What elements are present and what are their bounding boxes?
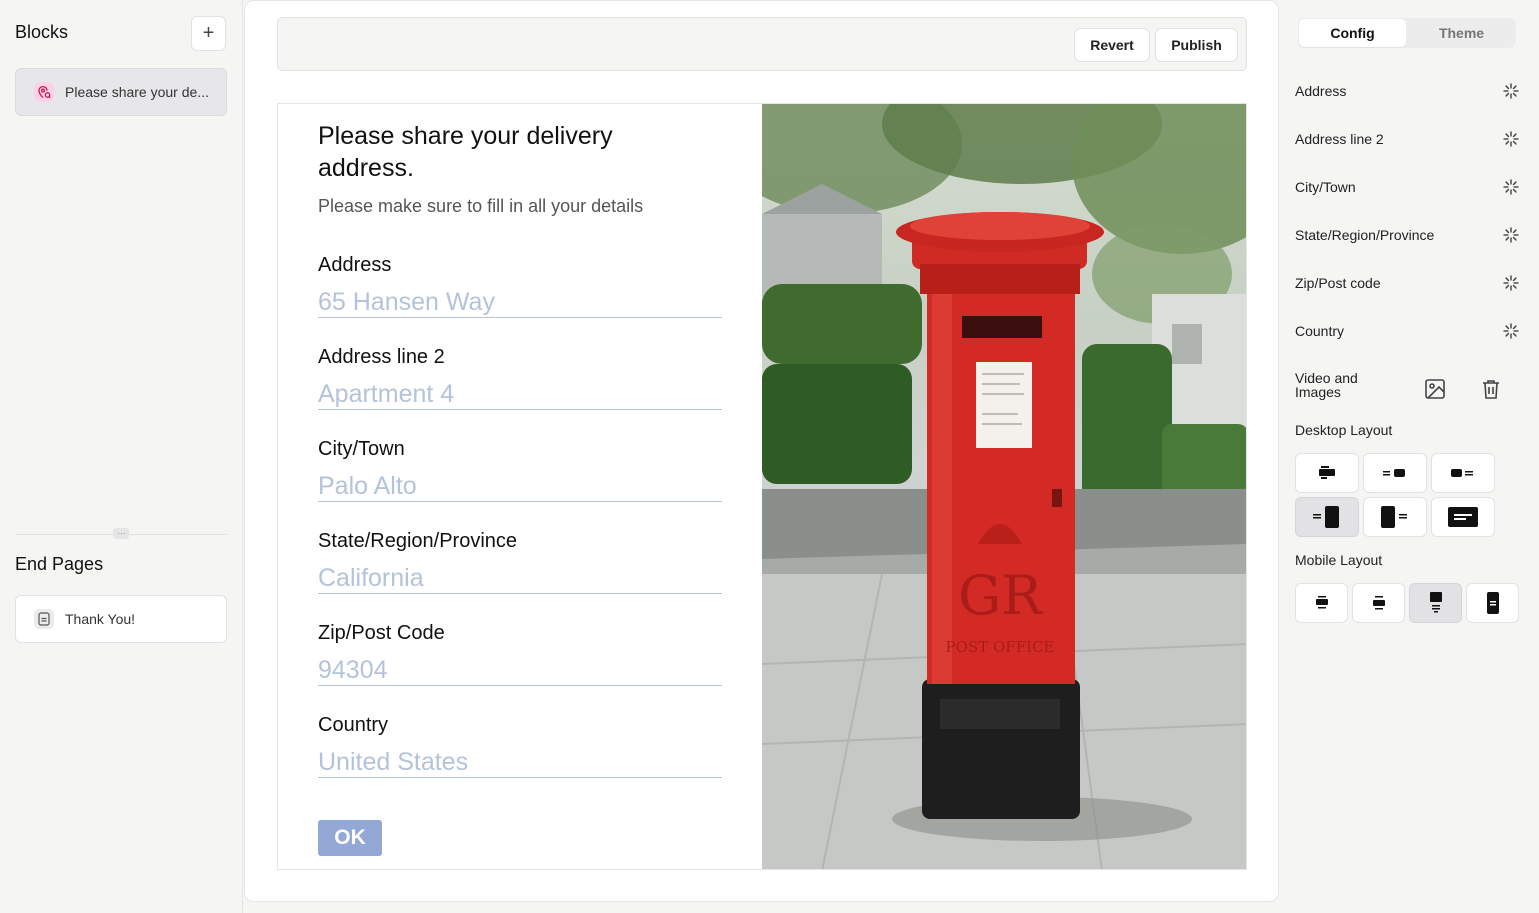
config-row-city[interactable]: City/Town: [1295, 177, 1520, 197]
desktop-layout-option-1[interactable]: [1295, 453, 1359, 493]
add-block-button[interactable]: +: [191, 16, 226, 51]
red-postbox-photo: GR POST OFFICE: [762, 104, 1246, 869]
zip-field: Zip/Post Code 94304: [318, 622, 722, 686]
field-label: Address line 2: [318, 346, 445, 368]
country-input[interactable]: United States: [318, 748, 722, 778]
block-item-label: Please share your de...: [65, 84, 209, 100]
ok-button[interactable]: OK: [318, 820, 382, 856]
sparkle-icon[interactable]: [1502, 130, 1520, 148]
config-label: Country: [1295, 323, 1345, 339]
sparkle-icon[interactable]: [1502, 274, 1520, 292]
resize-handle-icon[interactable]: ⋯: [113, 528, 129, 539]
desktop-layout-option-4[interactable]: [1295, 497, 1359, 537]
state-field: State/Region/Province California: [318, 530, 722, 594]
end-page-label: Thank You!: [65, 611, 136, 627]
trash-icon[interactable]: [1479, 377, 1503, 401]
address-line2-field: Address line 2 Apartment 4: [318, 346, 722, 410]
desktop-layout-label: Desktop Layout: [1295, 422, 1393, 438]
config-row-state[interactable]: State/Region/Province: [1295, 225, 1520, 245]
editor-toolbar: Revert Publish: [277, 17, 1247, 71]
document-icon: [34, 609, 54, 629]
panel-tabs: Config Theme: [1298, 18, 1516, 48]
mobile-layout-option-2[interactable]: [1352, 583, 1405, 623]
end-page-item[interactable]: Thank You!: [15, 595, 227, 643]
address-form: Please share your delivery address. Plea…: [278, 104, 762, 869]
address-input[interactable]: 65 Hansen Way: [318, 288, 722, 318]
config-label: Address: [1295, 83, 1347, 99]
address-line2-input[interactable]: Apartment 4: [318, 380, 722, 410]
config-row-zip[interactable]: Zip/Post code: [1295, 273, 1520, 293]
editor-canvas: Revert Publish Please share your deliver…: [244, 0, 1279, 902]
form-title: Please share your delivery address.: [318, 122, 613, 182]
sparkle-icon[interactable]: [1502, 178, 1520, 196]
desktop-layout-option-3[interactable]: [1431, 453, 1495, 493]
field-label: City/Town: [318, 438, 405, 460]
mobile-layout-option-1[interactable]: [1295, 583, 1348, 623]
config-row-address-line-2[interactable]: Address line 2: [1295, 129, 1520, 149]
block-item[interactable]: Please share your de...: [15, 68, 227, 116]
revert-button[interactable]: Revert: [1074, 28, 1150, 62]
config-panel: Config Theme Address Address line 2 City…: [1280, 0, 1539, 913]
end-pages-title: End Pages: [15, 554, 104, 574]
sparkle-icon[interactable]: [1502, 82, 1520, 100]
config-row-country[interactable]: Country: [1295, 321, 1520, 341]
field-label: Country: [318, 714, 389, 736]
config-row-address[interactable]: Address: [1295, 81, 1520, 101]
publish-button[interactable]: Publish: [1155, 28, 1238, 62]
city-field: City/Town Palo Alto: [318, 438, 722, 502]
blocks-title: Blocks: [15, 22, 69, 42]
city-input[interactable]: Palo Alto: [318, 472, 722, 502]
config-label: Zip/Post code: [1295, 275, 1381, 291]
sparkle-icon[interactable]: [1502, 322, 1520, 340]
sparkle-icon[interactable]: [1502, 226, 1520, 244]
field-label: Address: [318, 254, 392, 276]
mobile-layout-option-4[interactable]: [1466, 583, 1519, 623]
tab-theme[interactable]: Theme: [1408, 19, 1515, 47]
address-field: Address 65 Hansen Way: [318, 254, 722, 318]
desktop-layout-option-2[interactable]: [1363, 453, 1427, 493]
desktop-layout-option-6[interactable]: [1431, 497, 1495, 537]
mobile-layout-label: Mobile Layout: [1295, 552, 1383, 568]
video-images-label: Video and Images: [1295, 370, 1358, 400]
image-icon[interactable]: [1423, 377, 1447, 401]
config-label: Address line 2: [1295, 131, 1384, 147]
location-pin-icon: [34, 82, 54, 102]
country-field: Country United States: [318, 714, 722, 778]
zip-input[interactable]: 94304: [318, 656, 722, 686]
mobile-layout-option-3[interactable]: [1409, 583, 1462, 623]
tab-config[interactable]: Config: [1299, 19, 1406, 47]
state-input[interactable]: California: [318, 564, 722, 594]
blocks-sidebar: Blocks + Please share your de... ⋯ End P…: [0, 0, 243, 913]
config-label: City/Town: [1295, 179, 1356, 195]
config-label: State/Region/Province: [1295, 227, 1435, 243]
postbox-emblem-text: GR: [958, 564, 1043, 627]
field-label: State/Region/Province: [318, 530, 518, 552]
desktop-layout-option-5[interactable]: [1363, 497, 1427, 537]
field-label: Zip/Post Code: [318, 622, 445, 644]
form-preview: Please share your delivery address. Plea…: [277, 103, 1247, 870]
postbox-plate-text: POST OFFICE: [946, 638, 1055, 656]
form-subtitle: Please make sure to fill in all your det…: [318, 196, 644, 216]
